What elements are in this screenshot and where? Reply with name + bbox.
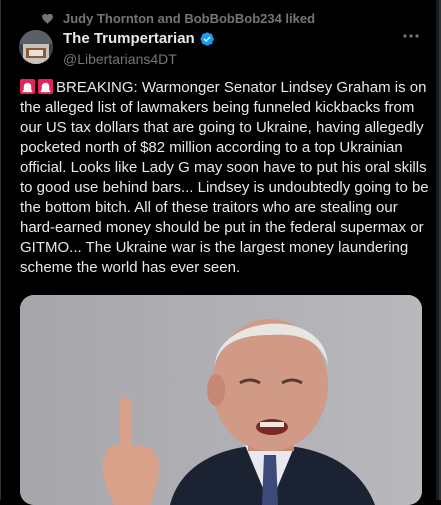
siren-icon <box>20 79 35 94</box>
tweet-card[interactable]: Judy Thornton and BobBobBob234 liked The… <box>0 0 441 505</box>
verified-badge-icon[interactable] <box>199 31 215 47</box>
scrollbar[interactable] <box>436 0 439 500</box>
photo-of-man-pointing-icon <box>20 295 422 505</box>
tweet-photo[interactable] <box>20 295 422 505</box>
social-context-text: Judy Thornton and BobBobBob234 liked <box>63 11 316 26</box>
siren-icon <box>38 79 53 94</box>
author-name[interactable]: The Trumpertarian <box>63 30 195 47</box>
avatar[interactable] <box>19 30 53 64</box>
more-options-icon[interactable] <box>401 31 421 41</box>
author-row[interactable]: The Trumpertarian <box>63 30 215 47</box>
tweet-text: BREAKING: Warmonger Senator Lindsey Grah… <box>20 79 429 276</box>
author-handle[interactable]: @Libertarians4DT <box>63 51 177 67</box>
heart-icon <box>42 13 53 24</box>
avatar-image <box>19 30 53 64</box>
tweet-body: BREAKING: Warmonger Senator Lindsey Grah… <box>20 78 430 278</box>
social-context[interactable]: Judy Thornton and BobBobBob234 liked <box>41 11 315 26</box>
